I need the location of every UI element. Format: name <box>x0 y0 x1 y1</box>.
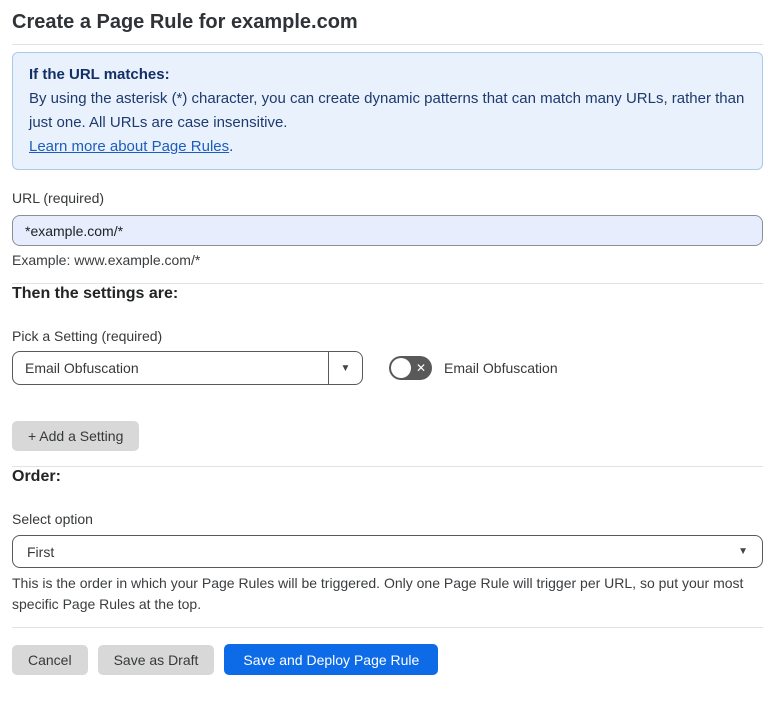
order-section-heading: Order: <box>12 468 61 485</box>
info-box-heading: If the URL matches: <box>29 66 170 83</box>
url-field-label: URL (required) <box>12 190 105 206</box>
setting-row: Email Obfuscation ▼ ✕ Email Obfuscation <box>12 351 763 385</box>
setting-dropdown-value: Email Obfuscation <box>25 360 139 376</box>
order-select-label: Select option <box>12 511 93 527</box>
add-setting-button[interactable]: + Add a Setting <box>12 421 140 451</box>
cancel-button[interactable]: Cancel <box>12 644 88 675</box>
setting-dropdown[interactable]: Email Obfuscation ▼ <box>12 351 363 385</box>
toggle-off-x-icon: ✕ <box>415 361 426 375</box>
footer-divider <box>12 627 763 628</box>
toggle-label: Email Obfuscation <box>444 360 558 376</box>
info-box-body: By using the asterisk (*) character, you… <box>29 90 745 131</box>
link-period: . <box>229 138 234 155</box>
page-title: Create a Page Rule for example.com <box>12 11 358 33</box>
order-helper-text: This is the order in which your Page Rul… <box>12 575 744 612</box>
footer-actions: Cancel Save as Draft Save and Deploy Pag… <box>12 644 763 675</box>
title-divider <box>12 44 763 45</box>
email-obfuscation-toggle[interactable]: ✕ <box>389 356 432 380</box>
pick-setting-label: Pick a Setting (required) <box>12 328 163 344</box>
url-example-helper: Example: www.example.com/* <box>12 252 201 268</box>
url-match-info-box: If the URL matches: By using the asteris… <box>12 52 763 170</box>
save-as-draft-button[interactable]: Save as Draft <box>97 644 215 675</box>
toggle-knob <box>391 358 411 378</box>
select-chevron-down-icon: ▼ <box>738 546 748 557</box>
order-select-value: First <box>27 543 55 560</box>
info-box-link-line: Learn more about Page Rules. <box>29 135 746 159</box>
learn-more-link[interactable]: Learn more about Page Rules <box>29 138 229 155</box>
chevron-down-icon: ▼ <box>340 362 351 374</box>
email-obfuscation-toggle-group: ✕ Email Obfuscation <box>389 356 558 380</box>
url-input[interactable] <box>12 215 763 246</box>
setting-dropdown-arrow-button[interactable]: ▼ <box>328 352 362 384</box>
save-and-deploy-button[interactable]: Save and Deploy Page Rule <box>224 644 439 675</box>
settings-section-heading: Then the settings are: <box>12 285 179 302</box>
order-select[interactable]: First ▼ <box>12 535 763 568</box>
create-page-rule-form: Create a Page Rule for example.com If th… <box>0 0 775 717</box>
